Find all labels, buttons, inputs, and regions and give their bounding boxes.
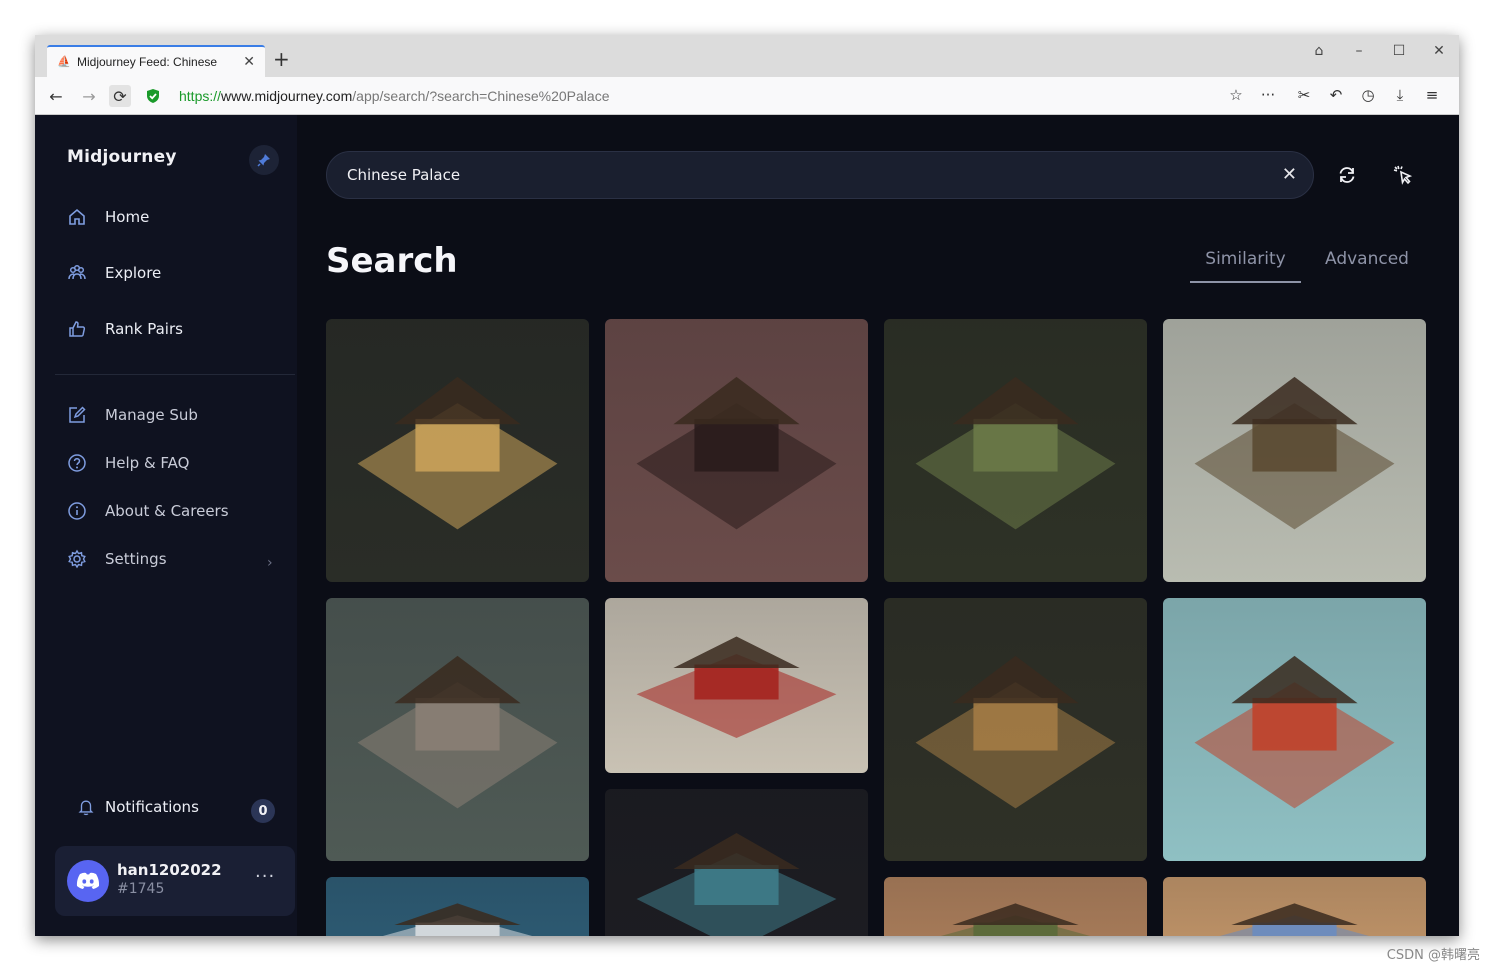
avatar [67,860,109,902]
user-card[interactable]: han1202022 #1745 ··· [55,846,295,916]
shield-check-icon [147,89,159,103]
help-icon [68,454,86,472]
info-icon [68,502,86,520]
sidebar-item-label: Help & FAQ [105,454,190,472]
gallery-image-pagoda-sunset[interactable] [605,319,868,582]
gallery-image-blue-pagoda-night[interactable] [605,789,868,936]
sidebar-item-home[interactable]: Home [67,205,149,229]
sidebar-divider [55,374,295,375]
gallery-image-sky-clouds[interactable] [326,877,589,936]
gear-icon [68,549,86,569]
screenshot-icon[interactable]: ✂ [1293,86,1315,104]
search-input-value: Chinese Palace [347,166,461,184]
sidebar-item-about-careers[interactable]: About & Careers [67,499,229,523]
tab-similarity[interactable]: Similarity [1190,249,1301,283]
explore-icon [68,264,86,280]
gallery-image-red-gate-hall[interactable] [605,598,868,773]
address-bar[interactable]: https:// www.midjourney.com /app/search/… [145,81,1245,111]
gallery-image-floating-island-palace[interactable] [326,598,589,861]
close-tab-icon[interactable]: ✕ [243,54,255,70]
watermark: CSDN @韩曙亮 [1386,948,1480,963]
url-path: /app/search/?search=Chinese%20Palace [352,88,610,104]
chevron-right-icon[interactable]: › [267,555,273,571]
midjourney-app: Midjourney Home Explore Rank Pairs Manag… [35,115,1459,936]
maximize-icon[interactable]: ☐ [1389,43,1409,59]
close-window-icon[interactable]: ✕ [1429,43,1449,59]
page-actions-icon[interactable]: ··· [1257,86,1279,104]
refresh-button[interactable] [1335,163,1359,187]
url-scheme: https:// [179,88,222,104]
gallery-image-forbidden-city-hall[interactable] [1163,598,1426,861]
forward-icon[interactable]: → [78,85,100,107]
url-host: www.midjourney.com [221,88,353,104]
tab-bar: ⛵ Midjourney Feed: Chinese ✕ + ⌂ – ☐ ✕ [35,35,1459,77]
more-options-icon[interactable]: ··· [255,866,275,887]
main-content: Chinese Palace ✕ Search Similarity Advan… [297,115,1459,936]
sidebar-item-explore[interactable]: Explore [67,261,161,285]
home-icon [69,208,85,225]
search-input[interactable]: Chinese Palace ✕ [326,151,1314,199]
notifications-button[interactable]: Notifications [77,798,199,816]
refresh-icon [1339,167,1355,183]
notifications-label: Notifications [105,798,199,816]
thumbs-up-icon [69,321,86,337]
browser-tab[interactable]: ⛵ Midjourney Feed: Chinese ✕ [47,45,265,77]
extensions-icon[interactable]: ⌂ [1309,43,1329,59]
gallery-image-isometric-palace-garden[interactable] [326,319,589,582]
history-icon[interactable]: ◷ [1357,86,1379,104]
gallery-image-desert-palace[interactable] [884,877,1147,936]
sidebar-item-label: About & Careers [105,502,229,520]
midjourney-favicon-icon: ⛵ [57,55,71,68]
clear-search-icon[interactable]: ✕ [1282,164,1297,185]
undo-icon[interactable]: ↶ [1325,86,1347,104]
sidebar-item-manage-sub[interactable]: Manage Sub [67,403,198,427]
minimize-icon[interactable]: – [1349,43,1369,59]
download-icon[interactable]: ⤓ [1389,86,1411,104]
browser-window: ⛵ Midjourney Feed: Chinese ✕ + ⌂ – ☐ ✕ ←… [35,35,1459,936]
user-tag: #1745 [117,881,165,897]
brand-logo[interactable]: Midjourney [67,147,177,167]
pin-sidebar-button[interactable] [249,145,279,175]
sidebar-item-label: Explore [105,264,162,282]
back-icon[interactable]: ← [45,85,67,107]
new-tab-icon[interactable]: + [273,49,290,69]
sidebar-item-label: Rank Pairs [105,320,183,338]
notifications-count-badge: 0 [251,799,275,823]
pin-icon [257,154,270,167]
tab-title: Midjourney Feed: Chinese [77,55,218,69]
reload-icon[interactable]: ⟳ [109,85,131,107]
gallery-image-ornate-palace-pond[interactable] [1163,319,1426,582]
sidebar: Midjourney Home Explore Rank Pairs Manag… [35,115,297,936]
page-title: Search [326,241,458,281]
gallery-image-isometric-palace-green[interactable] [884,319,1147,582]
gallery-image-palace-dusk[interactable] [1163,877,1426,936]
menu-icon[interactable]: ≡ [1421,86,1443,104]
sidebar-item-label: Home [105,208,150,226]
tab-advanced[interactable]: Advanced [1317,249,1417,269]
sidebar-item-label: Manage Sub [105,406,198,424]
bell-icon [78,800,94,816]
user-name: han1202022 [117,861,222,879]
discord-icon [76,872,100,889]
cursor-click-icon [1393,165,1413,185]
sidebar-item-help-faq[interactable]: Help & FAQ [67,451,190,475]
sidebar-item-label: Settings [105,550,167,568]
nav-bar: ← → ⟳ https:// www.midjourney.com /app/s… [35,77,1459,115]
sidebar-item-settings[interactable]: Settings [67,547,167,571]
edit-icon [69,406,86,423]
random-search-button[interactable] [1391,163,1415,187]
bookmark-star-icon[interactable]: ☆ [1225,86,1247,104]
sidebar-item-rank-pairs[interactable]: Rank Pairs [67,317,183,341]
gallery-image-isometric-courtyard[interactable] [884,598,1147,861]
